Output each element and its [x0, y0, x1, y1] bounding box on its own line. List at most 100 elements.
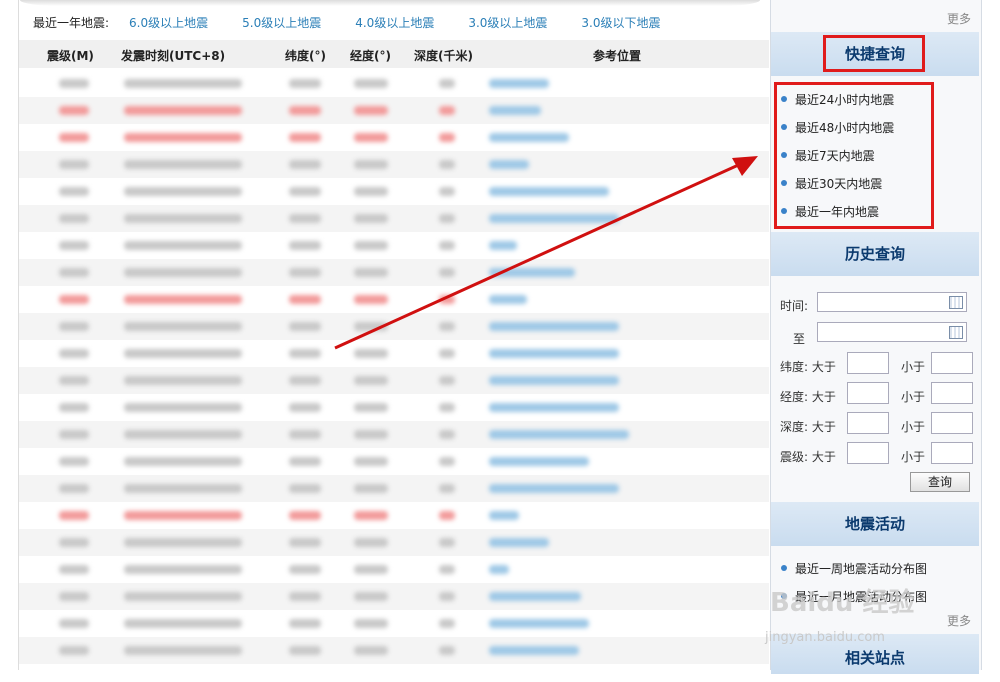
table-row[interactable] [19, 394, 769, 421]
depth-min-input[interactable] [847, 412, 889, 434]
blurred-cell [289, 538, 321, 547]
blurred-cell [124, 160, 242, 169]
blurred-location-link[interactable] [489, 349, 619, 358]
blurred-location-link[interactable] [489, 268, 575, 277]
magnitude-max-input[interactable] [931, 442, 973, 464]
latitude-min-input[interactable] [847, 352, 889, 374]
blurred-cell [439, 187, 455, 196]
activity-item-week[interactable]: 最近一周地震活动分布图 [777, 554, 977, 582]
blurred-cell [59, 646, 89, 655]
longitude-min-input[interactable] [847, 382, 889, 404]
longitude-max-input[interactable] [931, 382, 973, 404]
table-row[interactable] [19, 610, 769, 637]
blurred-cell [289, 457, 321, 466]
time-from-input[interactable] [817, 292, 967, 312]
table-row[interactable] [19, 421, 769, 448]
blurred-location-link[interactable] [489, 214, 619, 223]
table-row[interactable] [19, 232, 769, 259]
blurred-cell [354, 619, 388, 628]
table-row[interactable] [19, 178, 769, 205]
magnitude-min-input[interactable] [847, 442, 889, 464]
blurred-cell [124, 511, 242, 520]
blurred-location-link[interactable] [489, 322, 619, 331]
blurred-cell [439, 538, 455, 547]
blurred-cell [59, 484, 89, 493]
blurred-location-link[interactable] [489, 241, 517, 250]
blurred-cell [59, 187, 89, 196]
blurred-location-link[interactable] [489, 538, 549, 547]
sidebar: 更多 快捷查询 最近24小时内地震 最近48小时内地震 最近7天内地震 最近30… [770, 0, 982, 674]
time-from-row: 时间: [771, 292, 979, 316]
blurred-location-link[interactable] [489, 619, 589, 628]
table-row[interactable] [19, 313, 769, 340]
latitude-max-input[interactable] [931, 352, 973, 374]
table-row[interactable] [19, 124, 769, 151]
calendar-icon[interactable] [949, 326, 963, 339]
filter-link-5[interactable]: 5.0级以上地震 [242, 14, 321, 31]
blurred-cell [59, 430, 89, 439]
blurred-location-link[interactable] [489, 430, 629, 439]
table-row[interactable] [19, 475, 769, 502]
table-row[interactable] [19, 556, 769, 583]
table-row[interactable] [19, 340, 769, 367]
more-link-top[interactable]: 更多 [947, 10, 971, 27]
blurred-location-link[interactable] [489, 484, 619, 493]
table-row[interactable] [19, 637, 769, 664]
blurred-location-link[interactable] [489, 646, 579, 655]
time-to-input[interactable] [817, 322, 967, 342]
blurred-location-link[interactable] [489, 79, 549, 88]
blurred-location-link[interactable] [489, 403, 619, 412]
magnitude-label: 震级: 大于 [780, 450, 836, 464]
blurred-cell [124, 646, 242, 655]
depth-max-input[interactable] [931, 412, 973, 434]
table-row[interactable] [19, 367, 769, 394]
blurred-cell [59, 295, 89, 304]
blurred-cell [439, 457, 455, 466]
table-row[interactable] [19, 151, 769, 178]
blurred-location-link[interactable] [489, 376, 619, 385]
blurred-cell [289, 133, 321, 142]
table-row[interactable] [19, 259, 769, 286]
table-row[interactable] [19, 502, 769, 529]
blurred-cell [439, 349, 455, 358]
filter-link-4[interactable]: 4.0级以上地震 [355, 14, 434, 31]
blurred-cell [124, 349, 242, 358]
table-row[interactable] [19, 97, 769, 124]
filter-link-below-3[interactable]: 3.0级以下地震 [581, 14, 660, 31]
magnitude-less-label: 小于 [901, 450, 926, 464]
blurred-cell [59, 403, 89, 412]
more-link-bottom[interactable]: 更多 [947, 612, 971, 629]
blurred-cell [439, 376, 455, 385]
blurred-location-link[interactable] [489, 295, 527, 304]
blurred-location-link[interactable] [489, 106, 541, 115]
blurred-cell [354, 511, 388, 520]
blurred-location-link[interactable] [489, 160, 529, 169]
blurred-cell [59, 268, 89, 277]
blurred-cell [354, 106, 388, 115]
blurred-cell [124, 295, 242, 304]
blurred-location-link[interactable] [489, 133, 569, 142]
col-longitude: 经度(°) [350, 49, 391, 63]
table-row[interactable] [19, 583, 769, 610]
query-button[interactable]: 查询 [910, 472, 970, 492]
blurred-cell [289, 376, 321, 385]
blurred-cell [124, 106, 242, 115]
table-row[interactable] [19, 70, 769, 97]
filter-link-3[interactable]: 3.0级以上地震 [468, 14, 547, 31]
depth-less-label: 小于 [901, 420, 926, 434]
activity-title: 地震活动 [844, 515, 905, 533]
blurred-cell [439, 511, 455, 520]
table-row[interactable] [19, 448, 769, 475]
table-row[interactable] [19, 529, 769, 556]
quick-query-title-highlight [823, 35, 925, 72]
blurred-location-link[interactable] [489, 565, 509, 574]
table-row[interactable] [19, 286, 769, 313]
blurred-location-link[interactable] [489, 187, 609, 196]
blurred-location-link[interactable] [489, 511, 519, 520]
blurred-cell [289, 646, 321, 655]
table-row[interactable] [19, 205, 769, 232]
blurred-location-link[interactable] [489, 457, 589, 466]
filter-link-6[interactable]: 6.0级以上地震 [129, 14, 208, 31]
blurred-location-link[interactable] [489, 592, 581, 601]
calendar-icon[interactable] [949, 296, 963, 309]
